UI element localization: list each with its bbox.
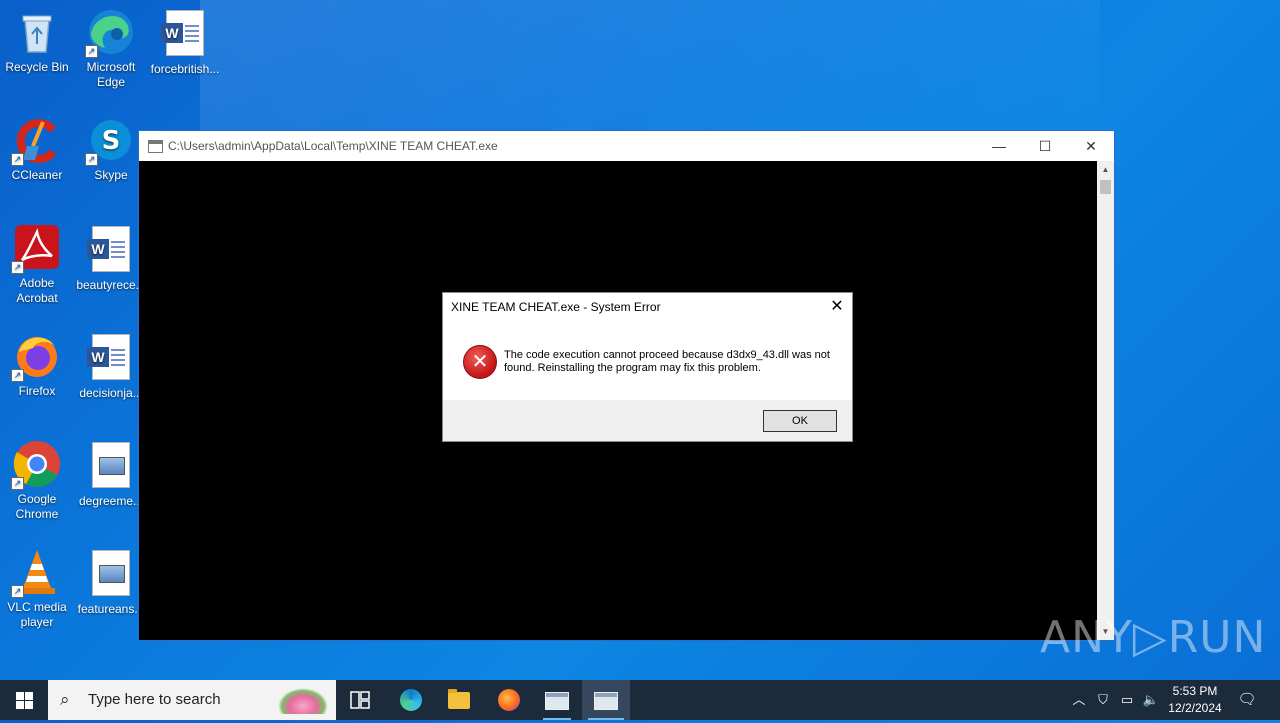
tray-volume-icon[interactable]: 🔈 <box>1140 680 1162 720</box>
desktop-icon-adobe-acrobat[interactable]: ↗ Adobe Acrobat <box>0 224 74 306</box>
desktop-icon-firefox[interactable]: ↗ Firefox <box>0 332 74 399</box>
taskbar-file-explorer-icon[interactable] <box>435 680 483 720</box>
desktop-icon-label: Skype <box>94 168 128 182</box>
desktop-icon-label: Recycle Bin <box>5 60 69 74</box>
tray-defender-icon[interactable]: ⛉ <box>1092 680 1114 720</box>
shortcut-arrow-icon: ↗ <box>11 369 24 382</box>
recycle-bin-icon <box>13 8 61 56</box>
desktop-icon-microsoft-edge[interactable]: ↗ Microsoft Edge <box>74 8 148 90</box>
word-document-icon: W <box>87 334 135 382</box>
tray-network-icon[interactable]: ▭ <box>1116 680 1138 720</box>
desktop-icon-word-doc-beauty[interactable]: W beautyrece... <box>74 224 148 293</box>
windows-logo-icon <box>16 692 24 700</box>
word-document-icon: W <box>87 226 135 274</box>
adobe-acrobat-icon: ↗ <box>11 224 61 274</box>
desktop-icon-label: Google <box>17 492 57 506</box>
image-file-icon <box>87 550 135 598</box>
search-placeholder: Type here to search <box>88 691 221 708</box>
desktop-icon-label: Firefox <box>18 384 56 398</box>
shortcut-arrow-icon: ↗ <box>85 45 98 58</box>
desktop-icon-label: degreeme... <box>78 494 144 508</box>
desktop-icon-label-line2: Edge <box>96 75 126 89</box>
system-error-dialog[interactable]: XINE TEAM CHEAT.exe - System Error ✕ ✕ T… <box>442 292 853 442</box>
desktop-icon-label-line2: player <box>20 615 54 629</box>
clock-date: 12/2/2024 <box>1168 701 1222 715</box>
scroll-up-arrow-icon[interactable]: ▲ <box>1097 161 1114 178</box>
ok-button[interactable]: OK <box>763 410 837 432</box>
taskbar-search-box[interactable]: ⌕ Type here to search <box>48 680 336 720</box>
desktop-icon-google-chrome[interactable]: ↗ Google Chrome <box>0 440 74 522</box>
desktop-icon-label: featureans... <box>77 602 145 616</box>
desktop-icon-label: forcebritish... <box>150 62 220 76</box>
tray-overflow-chevron-icon[interactable]: ︿ <box>1068 680 1090 720</box>
taskbar: ⌕ Type here to search ︿ ⛉ ▭ 🔈 5:53 PM 12… <box>0 680 1280 720</box>
desktop-icon-image-feature[interactable]: featureans... <box>74 548 148 617</box>
desktop-icon-vlc[interactable]: ↗ VLC media player <box>0 548 74 630</box>
desktop-icon-label-line2: Acrobat <box>16 291 58 305</box>
notification-center-icon[interactable]: 🗨 <box>1234 680 1260 720</box>
taskbar-app-window-icon[interactable] <box>533 680 581 720</box>
console-app-icon <box>148 140 163 153</box>
edge-icon: ↗ <box>85 8 135 58</box>
desktop-icon-recycle-bin[interactable]: Recycle Bin <box>0 8 74 75</box>
minimize-button[interactable]: — <box>976 131 1022 161</box>
shortcut-arrow-icon: ↗ <box>11 477 24 490</box>
shortcut-arrow-icon: ↗ <box>11 585 24 598</box>
maximize-button[interactable]: ☐ <box>1022 131 1068 161</box>
skype-icon: S ↗ <box>85 116 135 166</box>
shortcut-arrow-icon: ↗ <box>11 261 24 274</box>
desktop-icon-skype[interactable]: S ↗ Skype <box>74 116 148 183</box>
console-scrollbar[interactable]: ▲ ▼ <box>1097 161 1114 640</box>
desktop-icon-label: Microsoft <box>86 60 136 74</box>
desktop-icon-label-line2: Chrome <box>15 507 59 521</box>
svg-text:S: S <box>102 126 121 156</box>
dialog-footer: OK <box>443 400 852 441</box>
shortcut-arrow-icon: ↗ <box>85 153 98 166</box>
word-document-icon: W <box>161 10 209 58</box>
vlc-icon: ↗ <box>11 548 61 598</box>
desktop-icon-word-doc-forcebritish[interactable]: W forcebritish... <box>148 8 222 77</box>
console-title-bar[interactable]: C:\Users\admin\AppData\Local\Temp\XINE T… <box>139 131 1114 161</box>
image-file-icon <box>87 442 135 490</box>
anyrun-watermark: ANY▷RUN <box>1040 612 1267 663</box>
desktop-icon-ccleaner[interactable]: ↗ CCleaner <box>0 116 74 183</box>
start-button[interactable] <box>0 680 48 720</box>
desktop-icon-word-doc-decision[interactable]: W decisionja... <box>74 332 148 401</box>
taskbar-firefox-icon[interactable] <box>485 680 533 720</box>
desktop-icon-label: Adobe <box>19 276 55 290</box>
desktop-icon-label: VLC media <box>7 600 67 614</box>
dialog-close-button[interactable]: ✕ <box>826 296 848 318</box>
chrome-icon: ↗ <box>11 440 61 490</box>
dialog-message: The code execution cannot proceed becaus… <box>504 349 830 374</box>
firefox-icon: ↗ <box>11 332 61 382</box>
desktop-icon-label: beautyrece... <box>76 278 146 292</box>
ccleaner-icon: ↗ <box>11 116 61 166</box>
close-button[interactable]: ✕ <box>1068 131 1114 161</box>
task-view-icon[interactable] <box>336 680 384 720</box>
desktop-icon-image-degree[interactable]: degreeme... <box>74 440 148 509</box>
scroll-thumb[interactable] <box>1100 180 1111 194</box>
dialog-title: XINE TEAM CHEAT.exe - System Error <box>451 300 661 314</box>
console-title-text: C:\Users\admin\AppData\Local\Temp\XINE T… <box>168 139 498 153</box>
search-icon: ⌕ <box>60 690 70 709</box>
taskbar-edge-icon[interactable] <box>387 680 435 720</box>
shortcut-arrow-icon: ↗ <box>11 153 24 166</box>
desktop-icon-label: decisionja... <box>79 386 143 400</box>
error-icon: ✕ <box>463 345 497 379</box>
taskbar-console-app-icon[interactable] <box>582 680 630 720</box>
desktop-icon-label: CCleaner <box>11 168 63 182</box>
search-highlight-lotus-icon <box>278 688 328 714</box>
taskbar-clock[interactable]: 5:53 PM 12/2/2024 <box>1160 683 1230 717</box>
clock-time: 5:53 PM <box>1172 684 1218 698</box>
